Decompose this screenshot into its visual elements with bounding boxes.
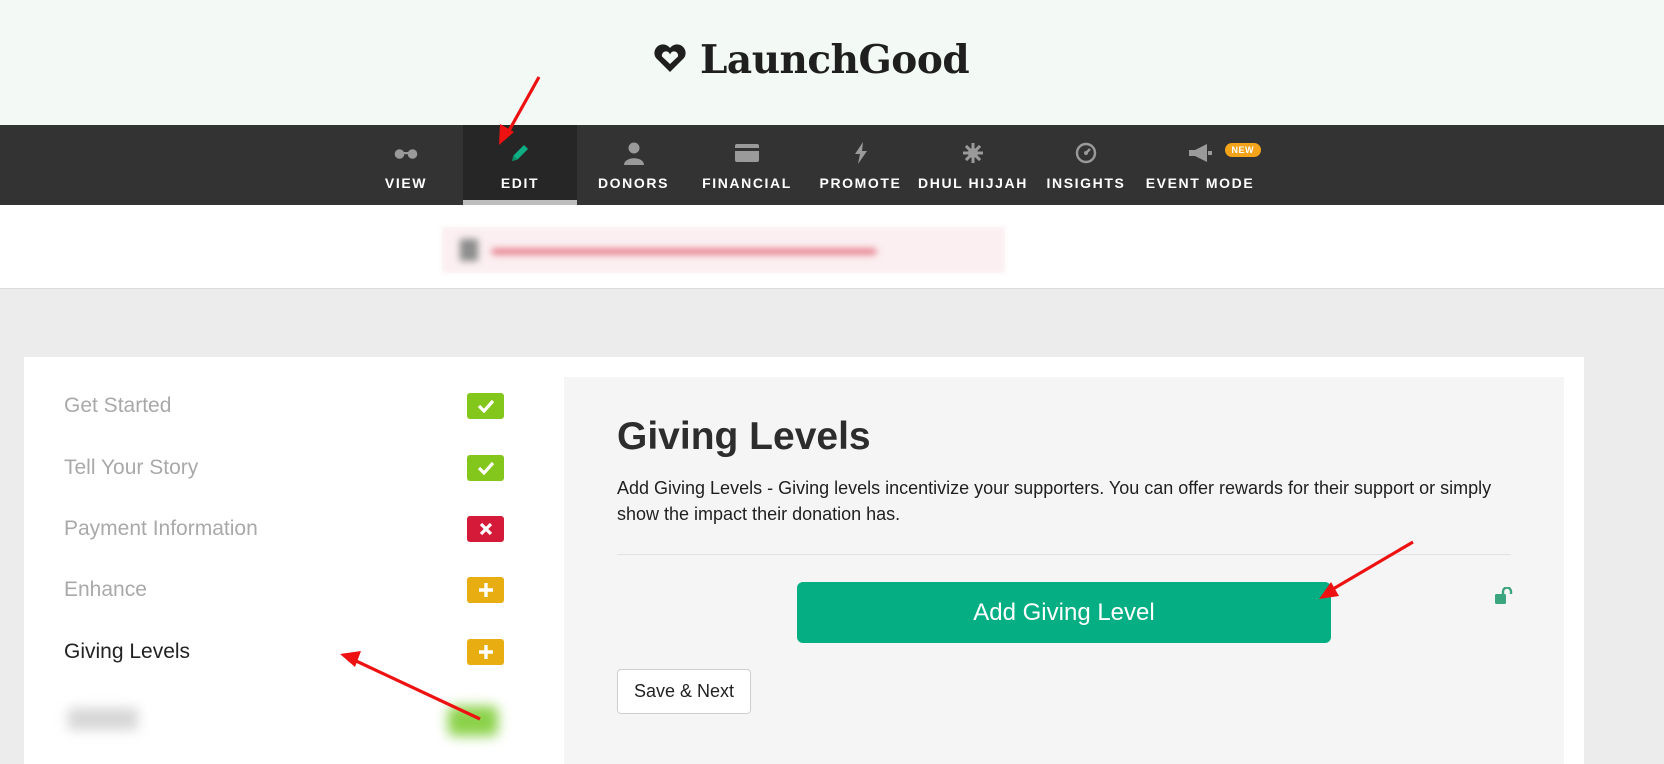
- launchgood-logo[interactable]: LaunchGood: [652, 37, 970, 83]
- nav-financial[interactable]: FINANCIAL: [692, 125, 802, 205]
- step-label: Giving Levels: [64, 640, 191, 663]
- x-icon: [467, 516, 504, 542]
- add-giving-level-button[interactable]: Add Giving Level: [797, 582, 1331, 643]
- divider: [617, 554, 1511, 555]
- unlock-icon[interactable]: [1494, 586, 1514, 610]
- notice-band: ▬▬▬▬▬▬▬▬▬▬▬▬▬▬▬▬▬▬▬▬▬▬▬▬: [0, 205, 1664, 289]
- step-label: Get Started: [64, 394, 172, 417]
- step-label: Payment Information: [64, 517, 258, 540]
- brand-name: LaunchGood: [700, 37, 970, 83]
- blurred-notice: ▬▬▬▬▬▬▬▬▬▬▬▬▬▬▬▬▬▬▬▬▬▬▬▬: [442, 227, 1005, 273]
- starburst-icon: [963, 141, 983, 165]
- person-icon: [623, 141, 645, 165]
- check-icon: [467, 455, 504, 481]
- gauge-icon: [1075, 141, 1097, 165]
- glasses-icon: [393, 141, 419, 165]
- nav-dhul-hijjah[interactable]: DHUL HIJJAH: [917, 125, 1029, 205]
- site-header: LaunchGood: [0, 0, 1664, 125]
- megaphone-icon: [1187, 141, 1213, 165]
- page-title: Giving Levels: [617, 415, 871, 458]
- sidebar-step-payment-information[interactable]: Payment Information: [64, 509, 504, 549]
- check-icon: [467, 393, 504, 419]
- nav-donors[interactable]: DONORS: [576, 125, 691, 205]
- step-label: Tell Your Story: [64, 456, 199, 479]
- giving-levels-panel: Giving Levels Add Giving Levels - Giving…: [564, 377, 1564, 764]
- sidebar-step-giving-levels[interactable]: Giving Levels: [64, 632, 504, 672]
- campaign-nav-bar: VIEW EDIT DONORS FINANCIAL PROMOTE DHUL …: [0, 125, 1664, 205]
- credit-card-icon: [735, 141, 759, 165]
- sidebar-step-tell-your-story[interactable]: Tell Your Story: [64, 448, 504, 488]
- sidebar-step-enhance[interactable]: Enhance: [64, 570, 504, 610]
- nav-edit[interactable]: EDIT: [463, 125, 577, 205]
- pencil-icon: [509, 141, 531, 165]
- plus-icon: [467, 577, 504, 603]
- nav-event-mode[interactable]: EVENT MODE NEW: [1145, 125, 1261, 205]
- lightning-icon: [854, 141, 868, 165]
- notice-icon: [460, 239, 478, 261]
- step-label: Enhance: [64, 578, 147, 601]
- new-badge: NEW: [1224, 143, 1261, 157]
- blurred-sidebar-step: [56, 688, 528, 752]
- nav-promote[interactable]: PROMOTE: [808, 125, 913, 205]
- nav-insights[interactable]: INSIGHTS: [1034, 125, 1138, 205]
- heart-logo-icon: [652, 42, 688, 79]
- nav-view[interactable]: VIEW: [350, 125, 462, 205]
- save-next-button[interactable]: Save & Next: [617, 669, 751, 714]
- plus-icon: [467, 639, 504, 665]
- panel-description: Add Giving Levels - Giving levels incent…: [617, 478, 1492, 524]
- sidebar-step-get-started[interactable]: Get Started: [64, 386, 504, 426]
